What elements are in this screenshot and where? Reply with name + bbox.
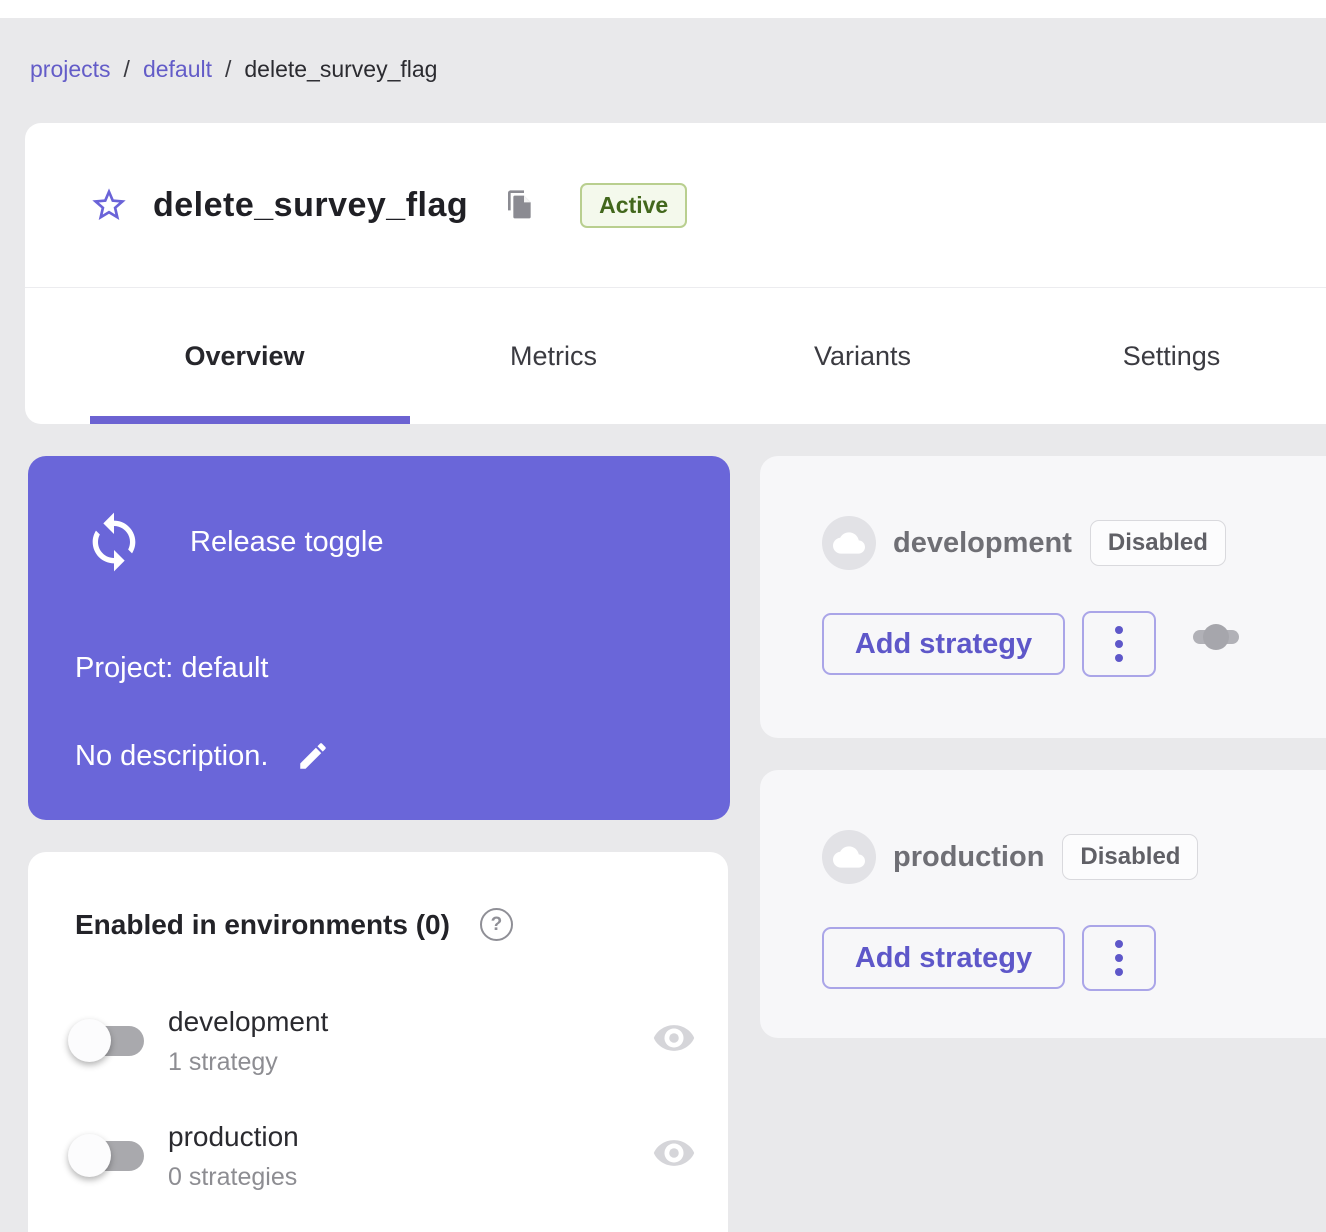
- tab-overview[interactable]: Overview: [90, 288, 399, 424]
- visibility-eye-icon[interactable]: [652, 1131, 696, 1175]
- switch-thumb: [68, 1134, 111, 1177]
- environment-card-development: development Disabled Add strategy: [760, 456, 1326, 738]
- environment-name: development: [893, 527, 1072, 560]
- environment-enable-switch[interactable]: [68, 1123, 150, 1195]
- strategy-count: 0 strategies: [168, 1163, 299, 1192]
- flag-header-card: delete_survey_flag Active Overview Metri…: [25, 123, 1326, 424]
- enabled-environments-header: Enabled in environments (0) ?: [75, 908, 513, 941]
- environment-labels: development 1 strategy: [168, 1006, 328, 1077]
- kebab-dot: [1115, 640, 1123, 648]
- breadcrumb-link-default[interactable]: default: [143, 56, 212, 83]
- edit-description-icon[interactable]: [296, 739, 330, 773]
- breadcrumb-link-projects[interactable]: projects: [30, 56, 111, 83]
- cloud-icon: [833, 527, 865, 559]
- environment-toggle-switch[interactable]: [1193, 630, 1239, 644]
- kebab-dot: [1115, 954, 1123, 962]
- page-title: delete_survey_flag: [153, 186, 468, 225]
- kebab-dot: [1115, 626, 1123, 634]
- flag-description: No description.: [75, 740, 268, 773]
- add-strategy-button[interactable]: Add strategy: [822, 613, 1065, 675]
- tab-variants[interactable]: Variants: [708, 288, 1017, 424]
- breadcrumb: projects / default / delete_survey_flag: [30, 56, 437, 83]
- environment-name: production: [168, 1121, 299, 1153]
- environment-enable-switch[interactable]: [68, 1008, 150, 1080]
- flag-description-row: No description.: [75, 739, 330, 773]
- avatar: [822, 830, 876, 884]
- avatar: [822, 516, 876, 570]
- active-tab-indicator: [90, 416, 410, 424]
- environment-status-badge: Disabled: [1062, 834, 1198, 880]
- switch-thumb: [68, 1019, 111, 1062]
- more-options-button[interactable]: [1082, 925, 1156, 991]
- strategy-count: 1 strategy: [168, 1048, 328, 1077]
- status-badge: Active: [580, 183, 687, 228]
- environment-row-development: development 1 strategy: [68, 1002, 696, 1082]
- flag-type-row: Release toggle: [82, 510, 383, 574]
- add-strategy-button[interactable]: Add strategy: [822, 927, 1065, 989]
- breadcrumb-separator: /: [124, 56, 130, 83]
- tab-metrics[interactable]: Metrics: [399, 288, 708, 424]
- environment-actions: Add strategy: [822, 611, 1156, 677]
- kebab-dot: [1115, 654, 1123, 662]
- environment-card-production: production Disabled Add strategy: [760, 770, 1326, 1038]
- kebab-dot: [1115, 940, 1123, 948]
- copy-icon[interactable]: [504, 189, 536, 221]
- environment-labels: production 0 strategies: [168, 1121, 299, 1192]
- switch-thumb: [1203, 624, 1229, 650]
- environment-name: production: [893, 841, 1044, 874]
- section-title: Enabled in environments (0): [75, 909, 450, 941]
- environment-name: development: [168, 1006, 328, 1038]
- cloud-icon: [833, 841, 865, 873]
- help-icon[interactable]: ?: [480, 908, 513, 941]
- tab-bar: Overview Metrics Variants Settings: [25, 287, 1326, 424]
- flag-overview-card: Release toggle Project: default No descr…: [28, 456, 730, 820]
- visibility-eye-icon[interactable]: [652, 1016, 696, 1060]
- environment-header: production Disabled: [822, 830, 1198, 884]
- environment-status-badge: Disabled: [1090, 520, 1226, 566]
- environment-header: development Disabled: [822, 516, 1226, 570]
- tab-settings[interactable]: Settings: [1017, 288, 1326, 424]
- release-toggle-icon: [82, 510, 146, 574]
- environment-actions: Add strategy: [822, 925, 1156, 991]
- top-white-bar: [0, 0, 1326, 18]
- breadcrumb-current: delete_survey_flag: [244, 56, 437, 83]
- environment-row-production: production 0 strategies: [68, 1117, 696, 1197]
- more-options-button[interactable]: [1082, 611, 1156, 677]
- flag-project-label: Project: default: [75, 652, 268, 685]
- flag-type-label: Release toggle: [190, 526, 383, 559]
- enabled-in-environments-card: Enabled in environments (0) ? developmen…: [28, 852, 728, 1232]
- flag-header-row: delete_survey_flag Active: [25, 123, 1326, 287]
- kebab-dot: [1115, 968, 1123, 976]
- favorite-star-icon[interactable]: [89, 185, 129, 225]
- breadcrumb-separator: /: [225, 56, 231, 83]
